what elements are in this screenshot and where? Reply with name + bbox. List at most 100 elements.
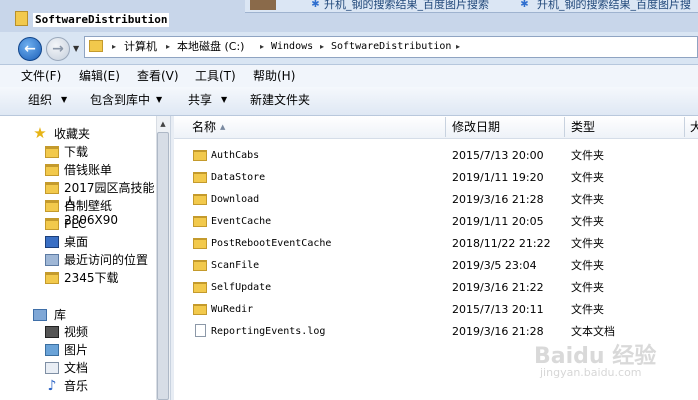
- file-date: 2018/11/22 21:22: [452, 237, 551, 250]
- file-name[interactable]: SelfUpdate: [211, 281, 271, 295]
- file-type: 文件夹: [571, 215, 604, 228]
- file-date: 2019/3/5 23:04: [452, 259, 537, 272]
- desktop-icon: [45, 236, 59, 248]
- column-divider[interactable]: [445, 117, 446, 137]
- breadcrumb-arrow-icon[interactable]: ▸: [112, 40, 116, 54]
- browser-tab-icon: ✱: [311, 0, 320, 10]
- chevron-down-icon[interactable]: ▼: [156, 94, 162, 106]
- folder-icon: [15, 11, 28, 26]
- breadcrumb-arrow-icon[interactable]: ▸: [456, 40, 460, 54]
- video-icon: [45, 326, 59, 338]
- star-icon: ★: [33, 124, 47, 142]
- pane-splitter[interactable]: [170, 116, 174, 400]
- folder-icon: [193, 282, 207, 293]
- nav-item-videos[interactable]: 视频: [64, 325, 88, 339]
- folder-icon: [193, 194, 207, 205]
- window-title: SoftwareDistribution: [33, 13, 170, 27]
- column-header-type[interactable]: 类型: [571, 120, 595, 134]
- folder-icon: [45, 182, 59, 194]
- nav-item-pictures[interactable]: 图片: [64, 343, 88, 357]
- folder-icon: [45, 218, 59, 230]
- folder-icon: [193, 260, 207, 271]
- breadcrumb-drive[interactable]: 本地磁盘 (C:): [177, 40, 244, 54]
- text-file-icon: [195, 324, 206, 337]
- breadcrumb-arrow-icon[interactable]: ▸: [166, 40, 170, 54]
- breadcrumb-arrow-icon[interactable]: ▸: [320, 40, 324, 54]
- file-type: 文件夹: [571, 281, 604, 294]
- breadcrumb-windows[interactable]: Windows: [271, 40, 313, 54]
- menu-view[interactable]: 查看(V): [137, 68, 179, 84]
- menu-help[interactable]: 帮助(H): [253, 68, 295, 84]
- scroll-up-icon[interactable]: ▲: [157, 118, 169, 130]
- folder-icon: [45, 146, 59, 158]
- column-header-size[interactable]: 大: [690, 120, 698, 134]
- folder-icon: [193, 216, 207, 227]
- file-name[interactable]: WuRedir: [211, 303, 253, 317]
- breadcrumb-softwaredistribution[interactable]: SoftwareDistribution: [331, 40, 451, 54]
- file-name[interactable]: ReportingEvents.log: [211, 325, 325, 339]
- image-icon: [45, 344, 59, 356]
- menu-edit[interactable]: 编辑(E): [79, 68, 120, 84]
- nav-favorites[interactable]: 收藏夹: [54, 127, 90, 141]
- file-name[interactable]: EventCache: [211, 215, 271, 229]
- nav-scrollbar-thumb[interactable]: [157, 132, 169, 400]
- include-in-library-button[interactable]: 包含到库中: [90, 92, 150, 108]
- file-date: 2019/1/11 19:20: [452, 171, 544, 184]
- nav-item-desktop[interactable]: 桌面: [64, 235, 88, 249]
- sort-ascending-icon: ▲: [220, 123, 226, 131]
- nav-item-plc[interactable]: PLC: [64, 217, 86, 231]
- folder-icon: [45, 272, 59, 284]
- background-browser-tab[interactable]: 升机_钢的搜索结果_百度图片搜索: [324, 0, 490, 12]
- column-divider[interactable]: [564, 117, 565, 137]
- file-type: 文件夹: [571, 149, 604, 162]
- nav-item-2345-download[interactable]: 2345下载: [64, 271, 119, 285]
- column-divider[interactable]: [684, 117, 685, 137]
- file-date: 2019/1/11 20:05: [452, 215, 544, 228]
- chevron-down-icon[interactable]: ▼: [221, 94, 227, 106]
- file-date: 2019/3/16 21:22: [452, 281, 544, 294]
- share-button[interactable]: 共享: [188, 92, 212, 108]
- recent-places-icon: [45, 254, 59, 266]
- file-name[interactable]: ScanFile: [211, 259, 259, 273]
- file-name[interactable]: AuthCabs: [211, 149, 259, 163]
- breadcrumb-computer[interactable]: 计算机: [124, 40, 157, 54]
- background-browser-tab[interactable]: 升机_钢的搜索结果_百度图片搜: [537, 0, 698, 12]
- chevron-down-icon[interactable]: ▼: [61, 94, 67, 106]
- file-date: 2015/7/13 20:00: [452, 149, 544, 162]
- folder-icon: [45, 200, 59, 212]
- library-icon: [33, 309, 47, 321]
- nav-item-download[interactable]: 下载: [64, 145, 88, 159]
- forward-button[interactable]: →: [46, 37, 70, 61]
- file-name[interactable]: DataStore: [211, 171, 265, 185]
- organize-button[interactable]: 组织: [28, 92, 52, 108]
- nav-item-recent-places[interactable]: 最近访问的位置: [64, 253, 148, 267]
- folder-icon: [193, 238, 207, 249]
- file-name[interactable]: Download: [211, 193, 259, 207]
- chevron-down-icon[interactable]: ▼: [73, 44, 79, 53]
- file-date: 2019/3/16 21:28: [452, 325, 544, 338]
- menu-file[interactable]: 文件(F): [21, 68, 61, 84]
- file-type: 文件夹: [571, 259, 604, 272]
- folder-icon: [89, 40, 103, 52]
- file-type: 文件夹: [571, 237, 604, 250]
- browser-tab-icon: ✱: [520, 0, 529, 10]
- nav-item-documents[interactable]: 文档: [64, 361, 88, 375]
- file-date: 2019/3/16 21:28: [452, 193, 544, 206]
- file-name[interactable]: PostRebootEventCache: [211, 237, 331, 251]
- back-button[interactable]: ←: [18, 37, 42, 61]
- new-folder-button[interactable]: 新建文件夹: [250, 92, 310, 108]
- file-type: 文本文档: [571, 325, 615, 338]
- column-header-name[interactable]: 名称: [192, 120, 216, 134]
- folder-icon: [193, 172, 207, 183]
- breadcrumb-arrow-icon[interactable]: ▸: [260, 40, 264, 54]
- nav-item-borrowing-bill[interactable]: 借钱账单: [64, 163, 112, 177]
- baidu-watermark-url: jingyan.baidu.com: [540, 366, 642, 379]
- nav-item-music[interactable]: 音乐: [64, 379, 88, 393]
- music-icon: ♪: [47, 378, 57, 394]
- nav-libraries[interactable]: 库: [54, 308, 66, 322]
- background-avatar: [250, 0, 276, 10]
- menu-tools[interactable]: 工具(T): [195, 68, 236, 84]
- column-header-date[interactable]: 修改日期: [452, 120, 500, 134]
- folder-icon: [45, 164, 59, 176]
- folder-icon: [193, 304, 207, 315]
